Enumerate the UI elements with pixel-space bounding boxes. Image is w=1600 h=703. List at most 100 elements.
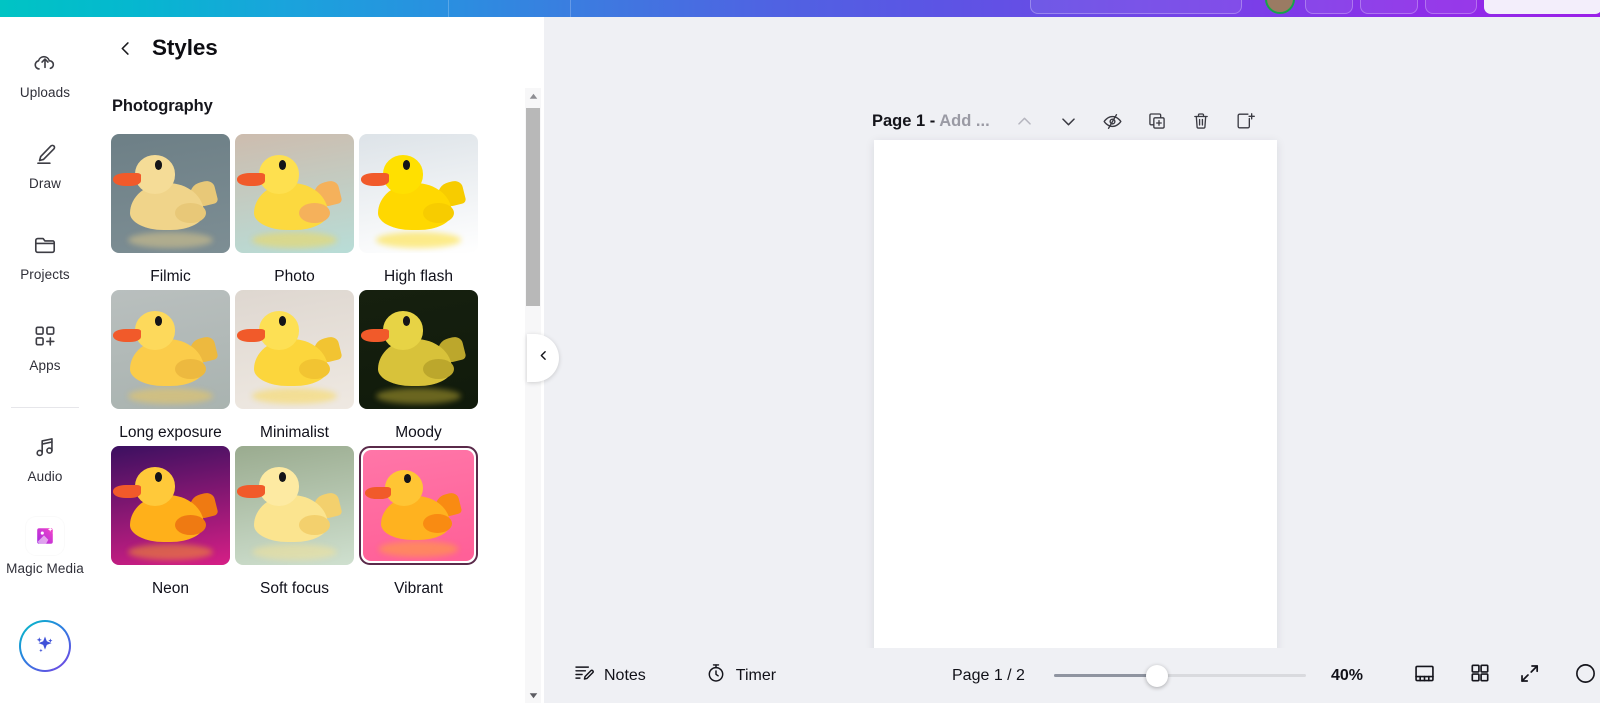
- duck-preview-image: [111, 134, 230, 253]
- duck-preview-image: [235, 290, 354, 409]
- style-label: Vibrant: [394, 580, 443, 597]
- topbar-divider: [448, 0, 449, 17]
- sidebar-item-label: Draw: [29, 176, 61, 191]
- top-app-bar: [0, 0, 1600, 17]
- topbar-button[interactable]: [1425, 0, 1477, 14]
- style-label: Neon: [151, 580, 190, 597]
- topbar-divider: [570, 0, 571, 17]
- duck-preview-image: [359, 290, 478, 409]
- fullscreen-icon: [1518, 662, 1541, 690]
- style-label: Soft focus: [260, 580, 329, 597]
- page-count-label: Page 1 / 2: [952, 666, 1025, 684]
- style-card[interactable]: Vibrant: [359, 446, 478, 602]
- timer-icon: [705, 662, 727, 689]
- move-page-up-button[interactable]: [1008, 104, 1042, 138]
- help-circle-icon: [1574, 662, 1597, 690]
- move-page-down-button[interactable]: [1052, 104, 1086, 138]
- left-sidebar: Uploads Draw Projects Apps Audio Magic M…: [0, 17, 90, 703]
- page-title-text: Page 1 -: [872, 111, 940, 130]
- styles-grid: Filmic Photo High flash Long exposure Minima…: [111, 134, 511, 602]
- style-card[interactable]: Minimalist: [235, 290, 354, 446]
- sidebar-item-label: Uploads: [19, 85, 71, 100]
- style-thumbnail[interactable]: [235, 290, 354, 409]
- bottom-toolbar: Notes Timer Page 1 / 2 40%: [544, 648, 1600, 703]
- style-thumbnail[interactable]: [235, 134, 354, 253]
- style-card[interactable]: High flash: [359, 134, 478, 290]
- style-label: High flash: [384, 268, 453, 285]
- presenter-view-icon: [1413, 662, 1436, 690]
- presenter-view-button[interactable]: [1405, 657, 1443, 695]
- duplicate-page-button[interactable]: [1140, 104, 1174, 138]
- style-label: Moody: [395, 424, 442, 441]
- duck-preview-image: [235, 134, 354, 253]
- sparkles-icon: [31, 630, 59, 663]
- sidebar-item-label: Magic Media: [6, 561, 84, 576]
- zoom-slider-fill: [1054, 674, 1158, 677]
- notes-button[interactable]: Notes: [563, 656, 656, 695]
- sidebar-item-audio[interactable]: Audio: [0, 431, 90, 485]
- section-title: Photography: [112, 97, 213, 115]
- hide-page-button[interactable]: [1096, 104, 1130, 138]
- style-card[interactable]: Filmic: [111, 134, 230, 290]
- style-thumbnail-selected[interactable]: [359, 446, 478, 565]
- zoom-slider[interactable]: [1054, 664, 1306, 687]
- avatar[interactable]: [1265, 0, 1295, 14]
- duck-preview-image: [111, 290, 230, 409]
- style-card[interactable]: Photo: [235, 134, 354, 290]
- sidebar-item-projects[interactable]: Projects: [0, 229, 90, 283]
- sidebar-item-uploads[interactable]: Uploads: [0, 47, 90, 101]
- duck-preview-image: [235, 446, 354, 565]
- scroll-down-arrow-icon[interactable]: [525, 687, 541, 703]
- topbar-button[interactable]: [1030, 0, 1242, 14]
- notes-icon: [573, 662, 595, 689]
- style-thumbnail[interactable]: [111, 446, 230, 565]
- duck-preview-image: [363, 450, 474, 561]
- editor-area: Page 1 - Add ...: [544, 17, 1600, 703]
- zoom-slider-knob[interactable]: [1146, 664, 1168, 687]
- style-thumbnail[interactable]: [359, 134, 478, 253]
- zoom-level-label: 40%: [1331, 666, 1364, 684]
- sidebar-item-label: Projects: [20, 267, 70, 282]
- duck-preview-image: [111, 446, 230, 565]
- add-page-button[interactable]: [1228, 104, 1262, 138]
- fullscreen-button[interactable]: [1510, 657, 1548, 695]
- sidebar-item-apps[interactable]: Apps: [0, 320, 90, 374]
- style-thumbnail[interactable]: [235, 446, 354, 565]
- scrollbar-thumb[interactable]: [526, 108, 540, 306]
- grid-view-button[interactable]: [1461, 657, 1499, 695]
- style-thumbnail[interactable]: [111, 290, 230, 409]
- timer-label: Timer: [735, 666, 777, 684]
- notes-label: Notes: [604, 666, 646, 684]
- style-card[interactable]: Long exposure: [111, 290, 230, 446]
- page-title-label[interactable]: Page 1 - Add ...: [872, 112, 990, 131]
- style-thumbnail[interactable]: [111, 134, 230, 253]
- chevron-left-icon: [537, 349, 550, 367]
- topbar-primary-button[interactable]: [1484, 0, 1600, 14]
- sidebar-item-label: Apps: [29, 358, 61, 373]
- timer-button[interactable]: Timer: [695, 656, 786, 695]
- sidebar-item-magic-media[interactable]: Magic Media: [0, 517, 90, 577]
- style-label: Filmic: [150, 268, 191, 285]
- style-card[interactable]: Neon: [111, 446, 230, 602]
- style-thumbnail[interactable]: [359, 290, 478, 409]
- folder-icon: [29, 229, 61, 261]
- ai-assistant-button[interactable]: [19, 620, 71, 672]
- style-card[interactable]: Moody: [359, 290, 478, 446]
- grid-view-icon: [1469, 662, 1491, 689]
- page-title: Styles: [152, 35, 218, 60]
- scroll-up-arrow-icon[interactable]: [525, 88, 541, 104]
- apps-grid-plus-icon: [29, 320, 61, 352]
- chevron-left-icon[interactable]: [112, 35, 138, 61]
- delete-page-button[interactable]: [1184, 104, 1218, 138]
- page-header: Page 1 - Add ...: [872, 100, 1292, 142]
- topbar-button[interactable]: [1305, 0, 1353, 14]
- help-button[interactable]: [1566, 657, 1600, 695]
- style-label: Minimalist: [260, 424, 329, 441]
- page-canvas[interactable]: [874, 140, 1277, 655]
- magic-media-icon: [26, 517, 64, 555]
- sidebar-item-label: Audio: [27, 469, 63, 484]
- panel-scrollbar[interactable]: [525, 88, 541, 703]
- sidebar-item-draw[interactable]: Draw: [0, 138, 90, 192]
- topbar-button[interactable]: [1360, 0, 1418, 14]
- style-card[interactable]: Soft focus: [235, 446, 354, 602]
